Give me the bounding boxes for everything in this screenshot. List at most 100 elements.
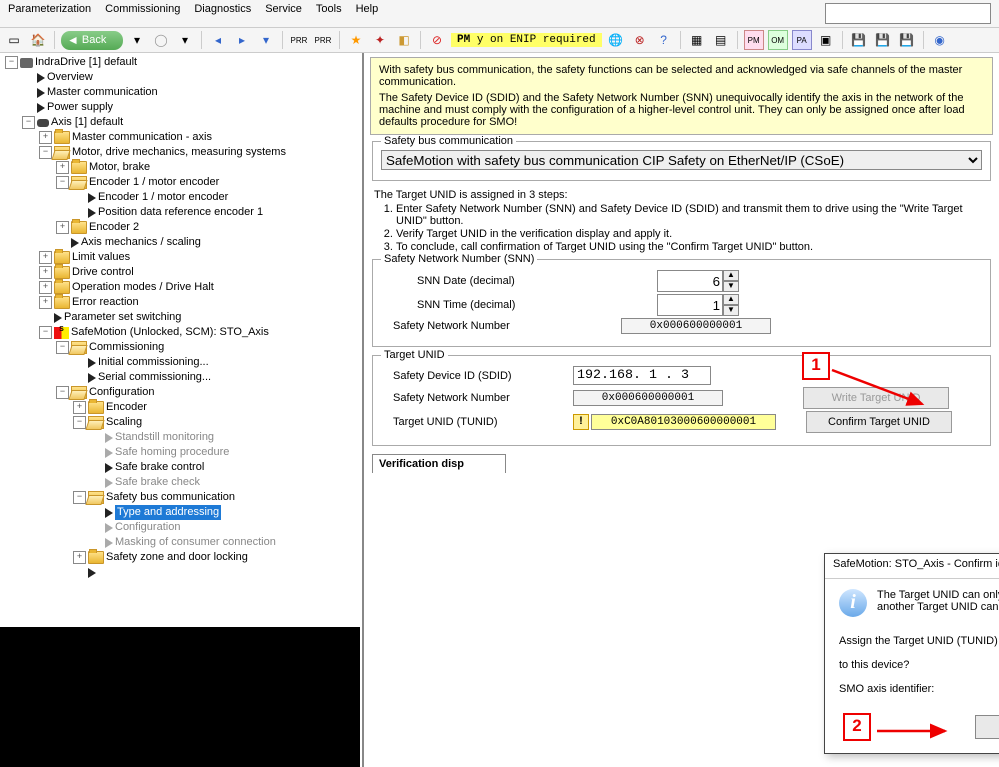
nav3-icon[interactable]: ▾ [256,30,276,50]
folder-open-icon [88,491,104,504]
drive-icon [20,58,33,68]
write-tunid-button: Write Target UNID [803,387,949,409]
leaf-icon [54,313,62,323]
axis-icon [37,119,49,127]
save1-icon[interactable]: 💾 [849,30,869,50]
new-icon[interactable]: ▭ [4,30,24,50]
search-input[interactable] [825,3,991,24]
pm-icon[interactable]: PM [744,30,764,50]
favorite-icon[interactable]: ★ [346,30,366,50]
leaf-icon [37,73,45,83]
spin-down-icon[interactable]: ▼ [723,305,739,316]
folder-open-icon [71,176,87,189]
leaf-icon [105,523,113,533]
save3-icon[interactable]: 💾 [897,30,917,50]
yes-button[interactable]: Yes [975,715,999,739]
back-dropdown-icon[interactable]: ▾ [127,30,147,50]
om-icon[interactable]: OM [768,30,788,50]
leaf-icon [37,88,45,98]
tool2-icon[interactable]: ◧ [394,30,414,50]
leaf-icon [88,568,96,578]
home-icon[interactable]: 🏠 [28,30,48,50]
toolbar: ▭ 🏠 ◄Back ▾ ◯ ▾ ◂ ▸ ▾ PRR PRR ★ ✦ ◧ ⊘ PM… [0,28,999,53]
leaf-icon [71,238,79,248]
verification-tab[interactable]: Verification disp [372,454,506,473]
pa-icon[interactable]: PA [792,30,812,50]
leaf-icon [37,103,45,113]
snn-date-spinner[interactable]: ▲▼ [657,270,739,292]
leaf-icon [105,433,113,443]
snn-time-spinner[interactable]: ▲▼ [657,294,739,316]
leaf-icon [105,463,113,473]
content-pane: With safety bus communication, the safet… [364,53,999,767]
help-icon[interactable]: ◉ [930,30,950,50]
leaf-icon [105,448,113,458]
nav2-icon[interactable]: ▸ [232,30,252,50]
ra-icon[interactable]: ▣ [816,30,836,50]
leaf-icon [88,358,96,368]
forward-dropdown-icon[interactable]: ▾ [175,30,195,50]
folder-icon [54,251,70,264]
dialog-info-text: The Target UNID can only be assigned onc… [877,589,999,617]
tool1-icon[interactable]: ✦ [370,30,390,50]
folder-icon [71,221,87,234]
cancel-icon[interactable]: ⊘ [427,30,447,50]
spin-up-icon[interactable]: ▲ [723,294,739,305]
spin-up-icon[interactable]: ▲ [723,270,739,281]
doc-icon[interactable]: ▤ [711,30,731,50]
folder-icon [88,551,104,564]
info-icon: i [839,589,867,617]
globe-x-icon[interactable]: ⊗ [630,30,650,50]
folder-icon [54,266,70,279]
forward-icon[interactable]: ◯ [151,30,171,50]
callout-2: 2 [843,713,871,741]
sdid-input[interactable] [573,366,711,385]
warning-icon: ! [573,414,589,430]
folder-open-icon [54,146,70,159]
folder-open-icon [88,416,104,429]
safety-icon: S [54,327,69,339]
leaf-icon [88,193,96,203]
folder-icon [54,281,70,294]
leaf-icon [88,208,96,218]
callout-1: 1 [802,352,830,380]
nav1-icon[interactable]: ◂ [208,30,228,50]
blackout-region [0,627,360,767]
menu-commissioning[interactable]: Commissioning [105,3,180,24]
prr1-icon[interactable]: PRR [289,30,309,50]
safety-bus-fieldset: Safety bus communication SafeMotion with… [372,141,991,181]
confirm-tunid-button[interactable]: Confirm Target UNID [806,411,952,433]
menu-diagnostics[interactable]: Diagnostics [194,3,251,24]
menu-parameterization[interactable]: Parameterization [8,3,91,24]
globe-q-icon[interactable]: ? [654,30,674,50]
dialog-title: SafeMotion: STO_Axis - Confirm identific… [833,558,999,574]
save2-icon[interactable]: 💾 [873,30,893,50]
navigation-tree[interactable]: −IndraDrive [1] default Overview Master … [0,53,364,767]
pm-banner: PM y on ENIP required [451,33,602,47]
arrow-2-icon [875,723,955,743]
folder-icon [88,401,104,414]
snn-fieldset: Safety Network Number (SNN) SNN Date (de… [372,259,991,347]
leaf-icon [105,478,113,488]
tunid-value: 0xC0A80103000600000001 [591,414,776,430]
safety-bus-select[interactable]: SafeMotion with safety bus communication… [381,150,982,170]
folder-open-icon [71,341,87,354]
tree-item-type-addressing[interactable]: Type and addressing [89,505,362,520]
globe1-icon[interactable]: 🌐 [606,30,626,50]
steps-text: The Target UNID is assigned in 3 steps: … [374,189,989,253]
menu-tools[interactable]: Tools [316,3,342,24]
leaf-icon [105,508,113,518]
folder-icon [54,296,70,309]
prr2-icon[interactable]: PRR [313,30,333,50]
back-button[interactable]: ◄Back [61,31,123,50]
chart-icon[interactable]: ▦ [687,30,707,50]
menu-service[interactable]: Service [265,3,302,24]
leaf-icon [88,373,96,383]
folder-open-icon [71,386,87,399]
menu-help[interactable]: Help [356,3,379,24]
spin-down-icon[interactable]: ▼ [723,281,739,292]
folder-icon [54,131,70,144]
folder-icon [71,161,87,174]
leaf-icon [105,538,113,548]
tunid-fieldset: Target UNID Safety Device ID (SDID) Safe… [372,355,991,446]
